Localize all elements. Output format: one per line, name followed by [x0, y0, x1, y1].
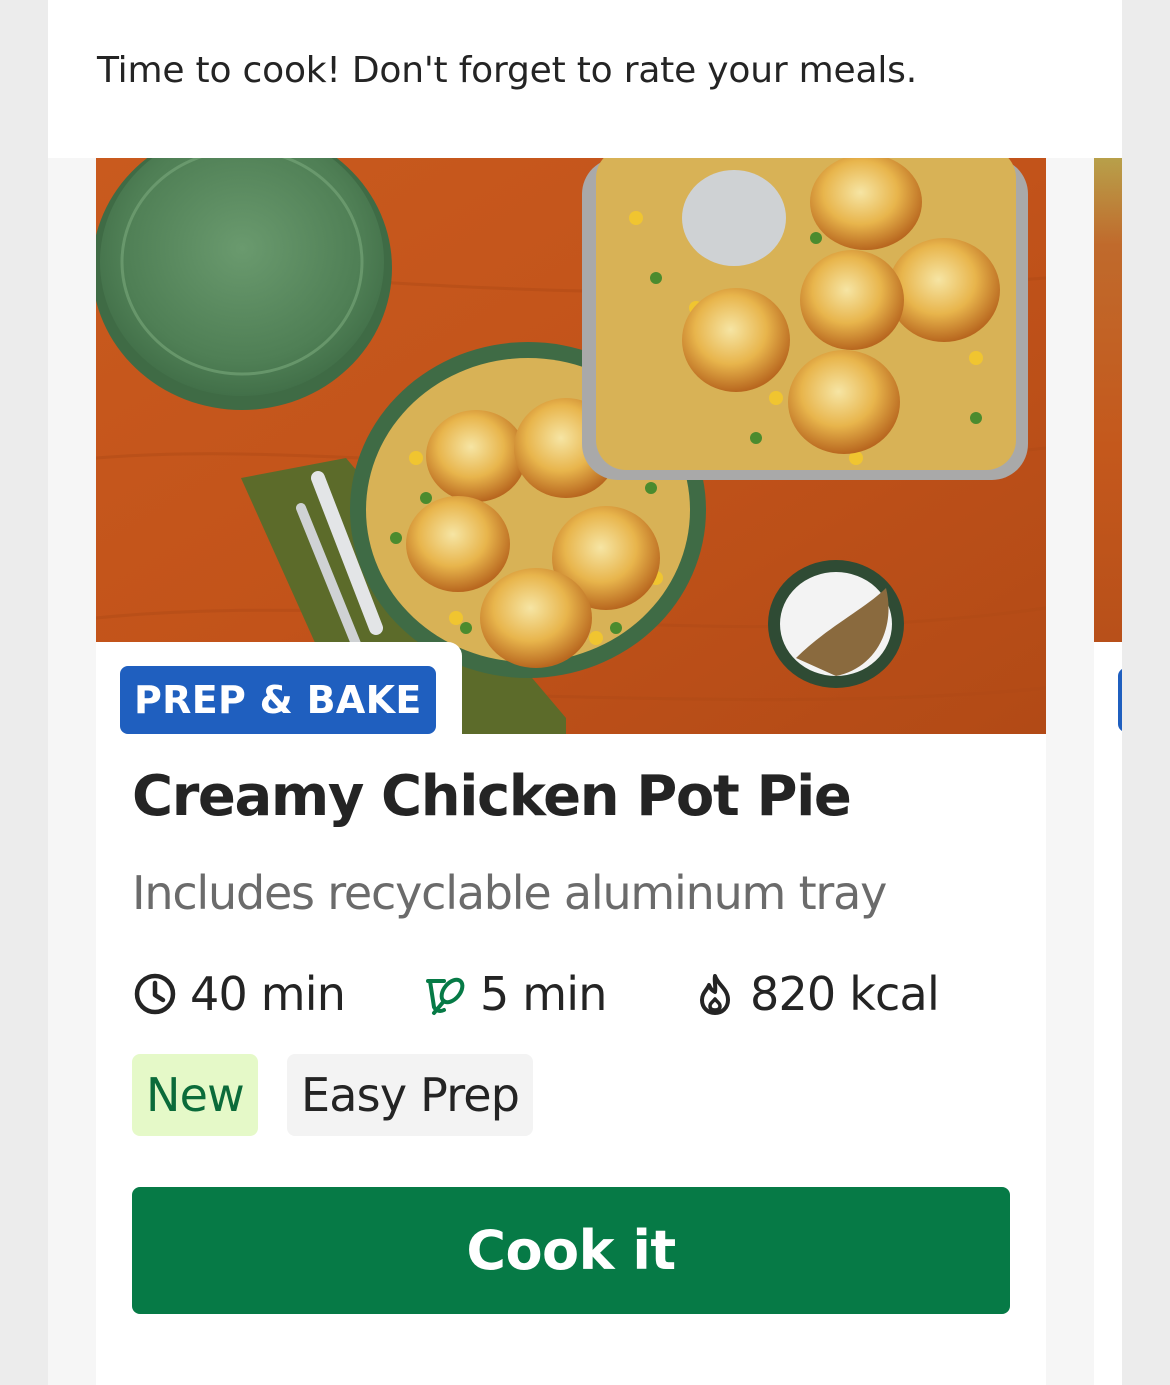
meal-title[interactable]: Creamy Chicken Pot Pie — [132, 764, 852, 829]
calories-value: 820 kcal — [750, 967, 940, 1021]
meal-type-badge: PREP & BAKE — [120, 666, 436, 734]
total-time-value: 40 min — [190, 967, 346, 1021]
next-meal-photo — [1094, 158, 1122, 642]
whisk-icon — [426, 977, 465, 1015]
flame-icon — [700, 974, 730, 1015]
badge-container: PREP & BAKE — [96, 642, 462, 734]
meal-photo[interactable]: PREP & BAKE — [96, 158, 1046, 734]
prep-time-stat: 5 min — [422, 966, 607, 1022]
cook-it-button[interactable]: Cook it — [132, 1187, 1010, 1314]
new-tag: New — [132, 1054, 258, 1136]
easy-prep-tag: Easy Prep — [287, 1054, 534, 1136]
cook-reminder-text: Time to cook! Don't forget to rate your … — [97, 50, 917, 91]
next-meal-badge — [1118, 668, 1122, 732]
meal-subtitle: Includes recyclable aluminum tray — [132, 866, 887, 920]
next-meal-card[interactable] — [1094, 158, 1122, 1385]
meal-card[interactable]: PREP & BAKE Creamy Chicken Pot Pie Inclu… — [96, 158, 1046, 1385]
clock-icon — [134, 973, 176, 1015]
total-time-stat: 40 min — [132, 966, 346, 1022]
calories-stat: 820 kcal — [692, 966, 940, 1022]
prep-time-value: 5 min — [480, 967, 607, 1021]
